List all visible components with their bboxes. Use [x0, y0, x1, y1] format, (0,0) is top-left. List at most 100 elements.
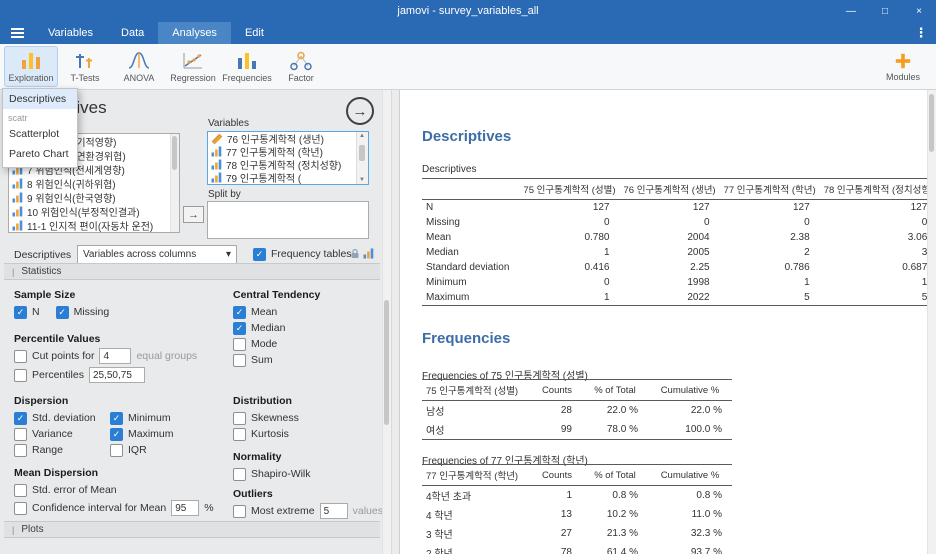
tab-variables[interactable]: Variables: [34, 22, 107, 44]
std-deviation-checkbox[interactable]: Std. deviation: [14, 410, 110, 426]
kurtosis-checkbox[interactable]: Kurtosis: [233, 426, 299, 442]
scroll-down-icon[interactable]: ▼: [357, 177, 367, 183]
more-options-icon[interactable]: ⋮: [906, 22, 936, 44]
frequency-tables-checkbox[interactable]: Frequency tables: [253, 246, 352, 262]
menu-item-pareto-chart[interactable]: Pareto Chart: [3, 144, 77, 164]
cell: 1: [566, 490, 572, 501]
ribbon-anova-button[interactable]: ANOVA: [112, 46, 166, 87]
confidence-interval-input[interactable]: [171, 500, 200, 516]
tab-edit[interactable]: Edit: [231, 22, 278, 44]
ribbon-regression-button[interactable]: Regression: [166, 46, 220, 87]
cell: 0: [921, 217, 928, 228]
column-header: % of Total: [582, 379, 648, 401]
allowed-type-icons: [350, 248, 374, 259]
chevron-down-icon: ▾: [225, 249, 231, 260]
exploration-menu: Descriptives scatr Scatterplot Pareto Ch…: [2, 88, 78, 168]
results-scrollbar[interactable]: [927, 90, 936, 554]
sum-checkbox[interactable]: Sum: [233, 352, 320, 368]
variance-checkbox[interactable]: Variance: [14, 426, 110, 442]
statistics-section-header[interactable]: | Statistics: [4, 263, 380, 280]
outliers-group: Outliers Most extreme values: [233, 488, 383, 519]
scroll-up-icon[interactable]: ▲: [357, 133, 367, 139]
variables-box-scrollbar[interactable]: ▲ ▼: [356, 132, 368, 184]
checkbox-icon: [233, 467, 246, 481]
frequencies-gender-table-wrap: 75 인구통계학적 (성별) Counts % of Total Cumulat…: [422, 379, 732, 440]
table-header-row: 75 인구통계학적 (성별) Counts % of Total Cumulat…: [422, 379, 732, 401]
cell: 127: [793, 202, 810, 213]
mean-checkbox[interactable]: Mean: [233, 304, 320, 320]
ribbon-factor-button[interactable]: Factor: [274, 46, 328, 87]
menu-item-scatterplot[interactable]: Scatterplot: [3, 124, 77, 144]
maximum-checkbox[interactable]: Maximum: [110, 426, 174, 442]
tab-analyses[interactable]: Analyses: [158, 22, 231, 44]
column-header: % of Total: [582, 464, 648, 486]
ribbon-exploration-button[interactable]: Exploration: [4, 46, 58, 87]
split-by-label: Split by: [208, 189, 241, 200]
list-item[interactable]: 79 인구통계학적 (: [208, 171, 368, 184]
section-marker-icon: |: [12, 524, 15, 535]
n-checkbox[interactable]: N: [14, 304, 40, 320]
checkbox-icon: [14, 305, 27, 319]
ribbon-frequencies-button[interactable]: Frequencies: [220, 46, 274, 87]
maximize-button[interactable]: □: [868, 0, 902, 22]
factor-icon: [290, 51, 312, 71]
sample-size-group: Sample Size N Missing: [14, 289, 109, 320]
descriptives-table: 75 인구통계학적 (성별) 76 인구통계학적 (생년) 77 인구통계학적 …: [422, 178, 936, 306]
skewness-checkbox[interactable]: Skewness: [233, 410, 299, 426]
list-item[interactable]: 8 위험인식(귀하위협): [9, 176, 179, 191]
list-item[interactable]: 9 위험인식(한국영향): [9, 190, 179, 205]
table-row: Missing 0 0 0 0: [422, 215, 936, 230]
percentiles-checkbox[interactable]: Percentiles: [14, 368, 84, 382]
cell: 21.3 %: [606, 528, 638, 539]
plots-section-header[interactable]: | Plots: [4, 521, 380, 538]
most-extreme-input[interactable]: [319, 503, 348, 519]
source-list-scrollbar[interactable]: [170, 134, 179, 232]
cell: 5: [804, 292, 810, 303]
options-panel-scrollbar[interactable]: [382, 90, 391, 554]
group-title: Mean Dispersion: [14, 467, 99, 479]
table-row: 2 학년 78 61.4 % 93.7 %: [422, 543, 732, 554]
close-button[interactable]: ×: [902, 0, 936, 22]
checkbox-icon: [233, 337, 246, 351]
list-item[interactable]: 10 위험인식(부정적인결과): [9, 204, 179, 219]
median-checkbox[interactable]: Median: [233, 320, 320, 336]
cell: Minimum: [426, 277, 467, 288]
iqr-checkbox[interactable]: IQR: [110, 442, 147, 458]
variables-target-box[interactable]: 76 인구통계학적 (생년) 77 인구통계학적 (학년) 78 인구통계학적 …: [207, 131, 369, 185]
descriptives-layout-label: Descriptives: [14, 249, 72, 261]
mode-checkbox[interactable]: Mode: [233, 336, 320, 352]
variable-bars-icon: [12, 206, 23, 216]
split-by-target-box[interactable]: [207, 201, 369, 239]
range-checkbox[interactable]: Range: [14, 442, 110, 458]
std-error-checkbox[interactable]: Std. error of Mean: [14, 482, 214, 498]
hamburger-menu-icon[interactable]: [0, 22, 34, 44]
ribbon-ttests-button[interactable]: T-Tests: [58, 46, 112, 87]
cell: 2005: [687, 247, 710, 258]
results-arrow-button[interactable]: →: [346, 97, 374, 125]
scrollbar-thumb[interactable]: [359, 145, 365, 161]
minimum-checkbox[interactable]: Minimum: [110, 410, 171, 426]
tab-data[interactable]: Data: [107, 22, 158, 44]
cell: 3 학년: [426, 530, 453, 541]
results-panel: Descriptives Descriptives 75 인구통계학적 (성별)…: [399, 90, 936, 554]
layout-select[interactable]: Variables across columns ▾: [77, 245, 237, 264]
checkbox-icon: [110, 443, 123, 457]
cell: 3.06: [907, 232, 928, 243]
assign-variable-button[interactable]: →: [183, 206, 204, 223]
minimize-button[interactable]: —: [834, 0, 868, 22]
cell: N: [426, 202, 434, 213]
confidence-interval-checkbox[interactable]: Confidence interval for Mean: [14, 501, 166, 515]
cell: 0: [603, 217, 610, 228]
distribution-group: Distribution Skewness Kurtosis: [233, 395, 299, 442]
variable-bars-icon: [211, 146, 222, 157]
table-row: Standard deviation 0.416 2.25 0.786 0.687: [422, 260, 936, 275]
percentiles-input[interactable]: [88, 367, 145, 383]
cut-points-checkbox[interactable]: Cut points for: [14, 349, 94, 363]
shapiro-wilk-checkbox[interactable]: Shapiro-Wilk: [233, 466, 311, 482]
missing-checkbox[interactable]: Missing: [55, 304, 109, 320]
list-item[interactable]: 11-1 인지적 편이(자동차 운전): [9, 218, 179, 232]
cut-points-input[interactable]: [99, 348, 132, 364]
modules-button[interactable]: Modules: [876, 48, 930, 86]
menu-item-descriptives[interactable]: Descriptives: [3, 89, 77, 109]
most-extreme-checkbox[interactable]: Most extreme: [233, 504, 315, 518]
